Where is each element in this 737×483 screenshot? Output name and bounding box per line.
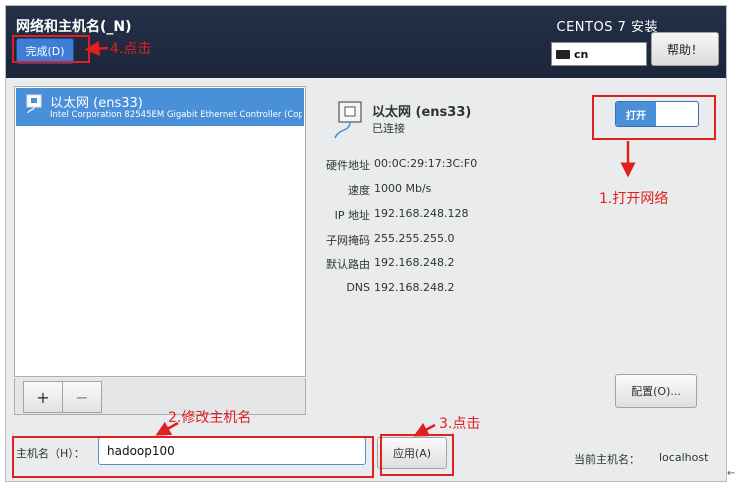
ip-address-value: 192.168.248.128 [374, 207, 469, 220]
default-route-label: 默认路由 [326, 258, 370, 271]
default-route-value: 192.168.248.2 [374, 256, 455, 269]
annotation-step3: 3.点击 [439, 416, 481, 432]
ethernet-icon [26, 94, 42, 114]
add-device-button[interactable]: + [23, 381, 63, 413]
ethernet-icon [334, 101, 362, 139]
configure-button[interactable]: 配置(O)... [615, 374, 697, 408]
device-title: 以太网 (ens33) [372, 105, 472, 120]
return-arrow-icon: ← [727, 468, 736, 479]
annotation-step2: 2.修改主机名 [168, 410, 252, 426]
annotation-step4: 4.点击 [110, 41, 152, 57]
hardware-address-label: 硬件地址 [326, 159, 370, 172]
help-button[interactable]: 帮助！ [651, 32, 719, 66]
ip-address-label: IP 地址 [334, 209, 370, 222]
hardware-address-value: 00:0C:29:17:3C:F0 [374, 157, 478, 170]
annotation-box-apply [380, 434, 454, 476]
dns-label: DNS [346, 281, 370, 294]
page-title: 网络和主机名(_N) [16, 19, 132, 35]
annotation-box-done [12, 35, 90, 63]
annotation-box-hostname [12, 436, 374, 478]
list-item[interactable]: 以太网 (ens33) Intel Corporation 82545EM Gi… [16, 88, 304, 126]
device-list: 以太网 (ens33) Intel Corporation 82545EM Gi… [14, 86, 306, 377]
device-name: 以太网 (ens33) [50, 96, 143, 111]
device-description: Intel Corporation 82545EM Gigabit Ethern… [50, 110, 302, 120]
connection-status: 已连接 [372, 122, 405, 135]
device-list-toolbar: + − [14, 378, 306, 415]
subnet-mask-label: 子网掩码 [326, 234, 370, 247]
product-title: CENTOS 7 安装 [556, 20, 658, 35]
keyboard-layout-label: cn [574, 47, 589, 61]
annotation-box-toggle [592, 95, 716, 140]
keyboard-icon [556, 49, 570, 59]
subnet-mask-value: 255.255.255.0 [374, 232, 455, 245]
current-hostname-label: 当前主机名： [574, 453, 640, 466]
speed-value: 1000 Mb/s [374, 182, 432, 195]
dns-value: 192.168.248.2 [374, 281, 455, 294]
annotation-step1: 1.打开网络 [599, 191, 669, 207]
remove-device-button[interactable]: − [62, 381, 102, 413]
current-hostname-value: localhost [659, 451, 709, 464]
keyboard-layout-indicator[interactable]: cn [551, 42, 647, 66]
speed-label: 速度 [348, 184, 370, 197]
